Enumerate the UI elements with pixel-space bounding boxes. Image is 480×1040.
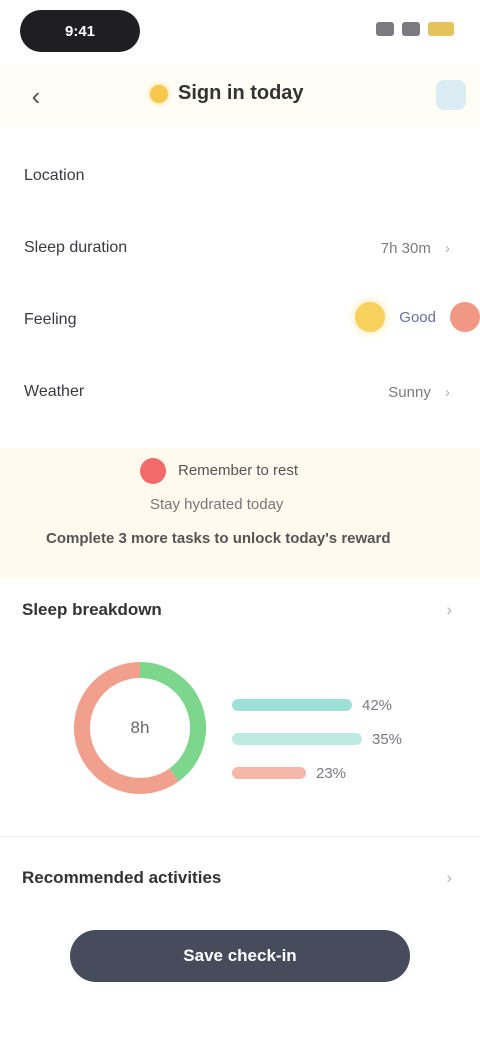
legend-bar <box>232 699 352 711</box>
sleep-duration-text: 7h 30m <box>380 239 431 257</box>
weather-value: Sunny › <box>388 384 450 401</box>
banner-title: Remember to rest <box>178 462 299 479</box>
sleep-duration-row[interactable]: Sleep duration 7h 30m › <box>0 212 480 284</box>
legend-bar <box>232 733 362 745</box>
wifi-icon <box>402 22 420 36</box>
alert-icon <box>140 458 166 484</box>
activities-section-title: Recommended activities <box>22 868 222 887</box>
location-row[interactable]: Location <box>0 140 480 212</box>
feeling-options: Good <box>355 302 480 332</box>
legend-value: 42% <box>362 696 393 714</box>
banner-subtitle: Stay hydrated today <box>150 496 284 513</box>
banner-detail: Complete 3 more tasks to unlock today's … <box>46 530 391 547</box>
battery-icon <box>428 22 454 36</box>
stats-section-title: Sleep breakdown <box>22 600 162 619</box>
feeling-label: Feeling <box>24 311 77 328</box>
chevron-right-icon[interactable]: › <box>446 600 452 620</box>
chevron-right-icon: › <box>445 239 450 257</box>
legend-item: 35% <box>232 722 402 756</box>
legend-item: 42% <box>232 688 402 722</box>
legend-value: 35% <box>372 730 403 748</box>
checkin-form: Location Sleep duration 7h 30m › Feeling… <box>0 140 480 428</box>
weather-row[interactable]: Weather Sunny › <box>0 356 480 428</box>
status-time: 9:41 <box>20 10 140 52</box>
legend-bar <box>232 767 306 779</box>
chevron-right-icon: › <box>445 383 450 401</box>
page-title: Sign in today <box>150 82 304 105</box>
weather-label: Weather <box>24 383 85 400</box>
save-checkin-button[interactable]: Save check-in <box>70 930 410 982</box>
page-title-text: Sign in today <box>178 82 304 104</box>
donut-center-label: 8h <box>130 718 150 737</box>
sleep-duration-value: 7h 30m › <box>381 240 450 257</box>
happy-option[interactable] <box>355 302 386 332</box>
legend-item: 23% <box>232 756 402 790</box>
action-icon[interactable] <box>436 80 466 110</box>
divider <box>0 836 480 837</box>
sun-icon <box>150 84 168 103</box>
back-button[interactable]: ‹ <box>22 82 50 110</box>
status-bar: 9:41 <box>0 0 480 64</box>
feeling-option-label[interactable]: Good <box>399 309 436 326</box>
chart-legend: 42% 35% 23% <box>232 688 402 790</box>
legend-value: 23% <box>316 764 347 782</box>
navigation-bar: ‹ Sign in today <box>0 64 480 126</box>
weather-text: Sunny <box>388 383 431 401</box>
sleep-duration-label: Sleep duration <box>24 239 128 256</box>
signal-icon <box>376 22 394 36</box>
chevron-right-icon[interactable]: › <box>446 868 452 888</box>
system-icons <box>376 22 454 36</box>
sad-option[interactable] <box>450 302 480 332</box>
feeling-row: Feeling Good <box>0 284 480 356</box>
location-label: Location <box>24 167 85 184</box>
